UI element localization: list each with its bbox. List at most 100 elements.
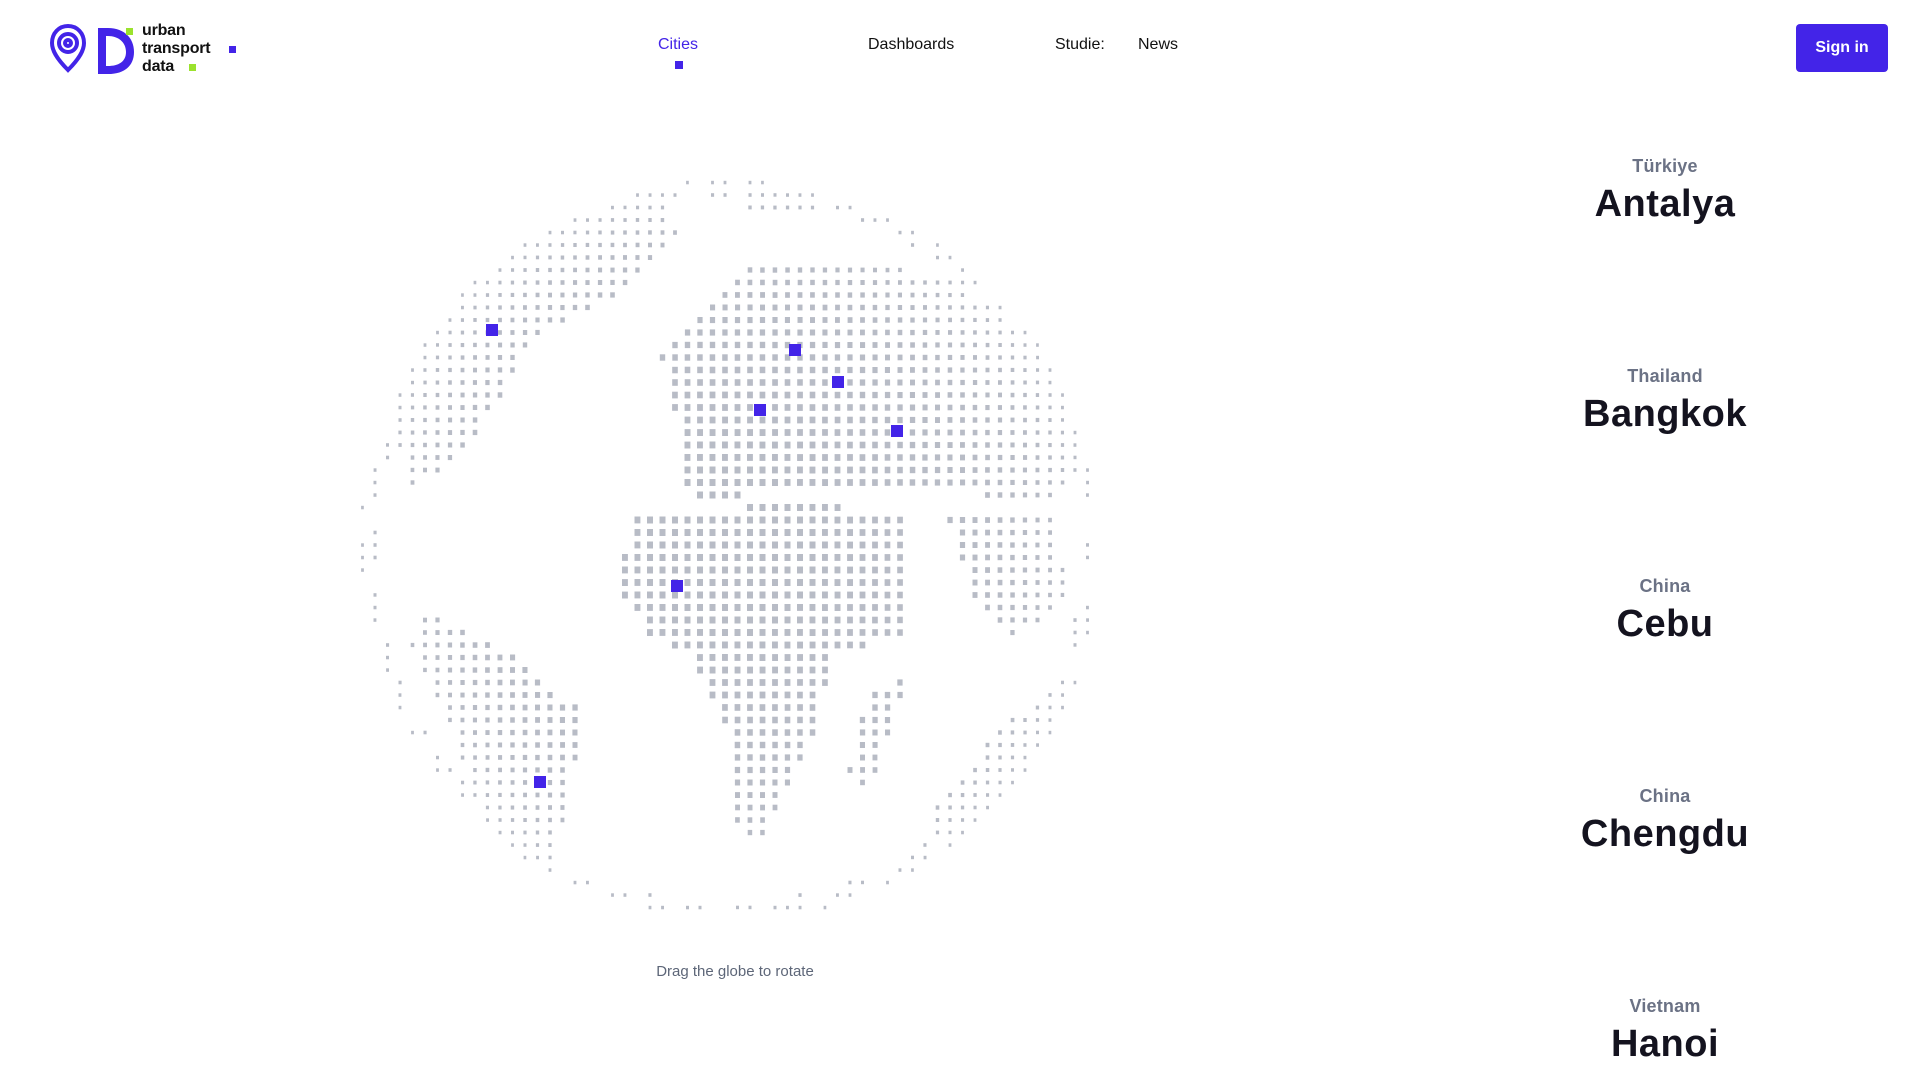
city-marker-icon[interactable] — [486, 324, 498, 336]
land-dot — [872, 604, 878, 611]
land-dot — [697, 591, 703, 599]
land-dot — [997, 479, 1003, 486]
land-dot — [973, 805, 977, 810]
land-dot — [1048, 430, 1052, 435]
land-dot — [684, 554, 691, 561]
land-dot — [423, 467, 427, 473]
land-dot — [772, 416, 778, 424]
land-dot — [884, 454, 891, 461]
land-dot — [684, 454, 691, 461]
land-dot — [460, 330, 465, 335]
land-dot — [697, 666, 703, 674]
land-dot — [797, 304, 803, 311]
land-dot — [997, 592, 1003, 598]
land-dot — [523, 843, 527, 847]
land-dot — [722, 679, 728, 686]
land-dot — [647, 541, 653, 549]
city-marker-icon[interactable] — [832, 376, 844, 388]
land-dot — [834, 504, 841, 511]
land-dot — [709, 554, 716, 561]
land-dot — [998, 367, 1002, 373]
land-dot — [686, 905, 689, 910]
land-dot — [847, 366, 853, 374]
land-dot — [834, 541, 841, 549]
land-dot — [622, 591, 628, 599]
land-dot — [423, 730, 427, 735]
nav-dashboards[interactable]: Dashboards — [868, 36, 954, 54]
land-dot — [747, 391, 753, 399]
land-dot — [911, 230, 914, 235]
land-dot — [1073, 430, 1077, 435]
land-dot — [722, 292, 728, 298]
land-dot — [935, 280, 940, 285]
city-card-antalya[interactable]: Türkiye Antalya — [1545, 156, 1785, 226]
city-marker-icon[interactable] — [789, 344, 801, 356]
land-dot — [847, 616, 853, 624]
land-dot — [759, 416, 766, 424]
city-card-bangkok[interactable]: Thailand Bangkok — [1545, 366, 1785, 436]
land-dot — [772, 304, 778, 311]
land-dot — [736, 905, 739, 910]
land-dot — [848, 880, 852, 885]
land-dot — [423, 455, 427, 460]
city-marker-icon[interactable] — [754, 404, 766, 416]
land-dot — [1035, 492, 1040, 498]
land-dot — [1035, 718, 1040, 722]
land-dot — [960, 404, 965, 411]
land-dot — [1022, 517, 1028, 523]
land-dot — [784, 504, 791, 511]
land-dot — [684, 416, 691, 424]
land-dot — [1036, 730, 1039, 735]
land-dot — [935, 404, 940, 411]
land-dot — [672, 391, 678, 399]
land-dot — [884, 579, 891, 586]
city-card-chengdu[interactable]: China Chengdu — [1545, 786, 1785, 856]
land-dot — [634, 541, 641, 549]
land-dot — [510, 704, 515, 711]
land-dot — [897, 516, 903, 524]
land-dot — [373, 618, 377, 622]
land-dot — [1048, 530, 1052, 535]
land-dot — [373, 593, 377, 597]
nav-news[interactable]: News — [1138, 36, 1178, 54]
land-dot — [759, 366, 766, 374]
land-dot — [797, 679, 803, 686]
land-dot — [759, 466, 766, 474]
land-dot — [897, 466, 903, 474]
land-dot — [998, 330, 1002, 335]
land-dot — [972, 417, 978, 423]
land-dot — [485, 704, 490, 711]
city-marker-icon[interactable] — [534, 776, 546, 788]
land-dot — [1010, 417, 1015, 423]
city-card-cebu[interactable]: China Cebu — [1545, 576, 1785, 646]
sign-in-button[interactable]: Sign in — [1796, 24, 1888, 72]
land-dot — [885, 280, 890, 285]
land-dot — [797, 479, 803, 486]
nav-cities[interactable]: Cities — [658, 36, 698, 54]
land-dot — [722, 441, 728, 449]
land-dot — [859, 554, 866, 561]
city-marker-icon[interactable] — [891, 425, 903, 437]
city-country: Thailand — [1627, 366, 1703, 386]
globe-icon[interactable] — [350, 170, 1110, 930]
land-dot — [997, 579, 1003, 586]
land-dot — [997, 430, 1003, 436]
land-dot — [822, 641, 828, 649]
land-dot — [672, 404, 678, 411]
nav-studies[interactable]: Studie: — [1055, 36, 1105, 54]
land-dot — [884, 616, 891, 624]
city-marker-icon[interactable] — [671, 580, 683, 592]
city-card-hanoi[interactable]: Vietnam Hanoi — [1545, 996, 1785, 1066]
land-dot — [723, 180, 727, 185]
land-dot — [834, 441, 841, 449]
land-dot — [947, 379, 953, 386]
land-dot — [747, 416, 753, 424]
land-dot — [460, 318, 464, 322]
land-dot — [635, 255, 640, 260]
land-dot — [572, 704, 578, 711]
land-dot — [672, 541, 678, 549]
land-dot — [797, 616, 803, 624]
land-dot — [709, 429, 716, 436]
land-dot — [709, 454, 716, 461]
city-country: Vietnam — [1629, 996, 1701, 1016]
